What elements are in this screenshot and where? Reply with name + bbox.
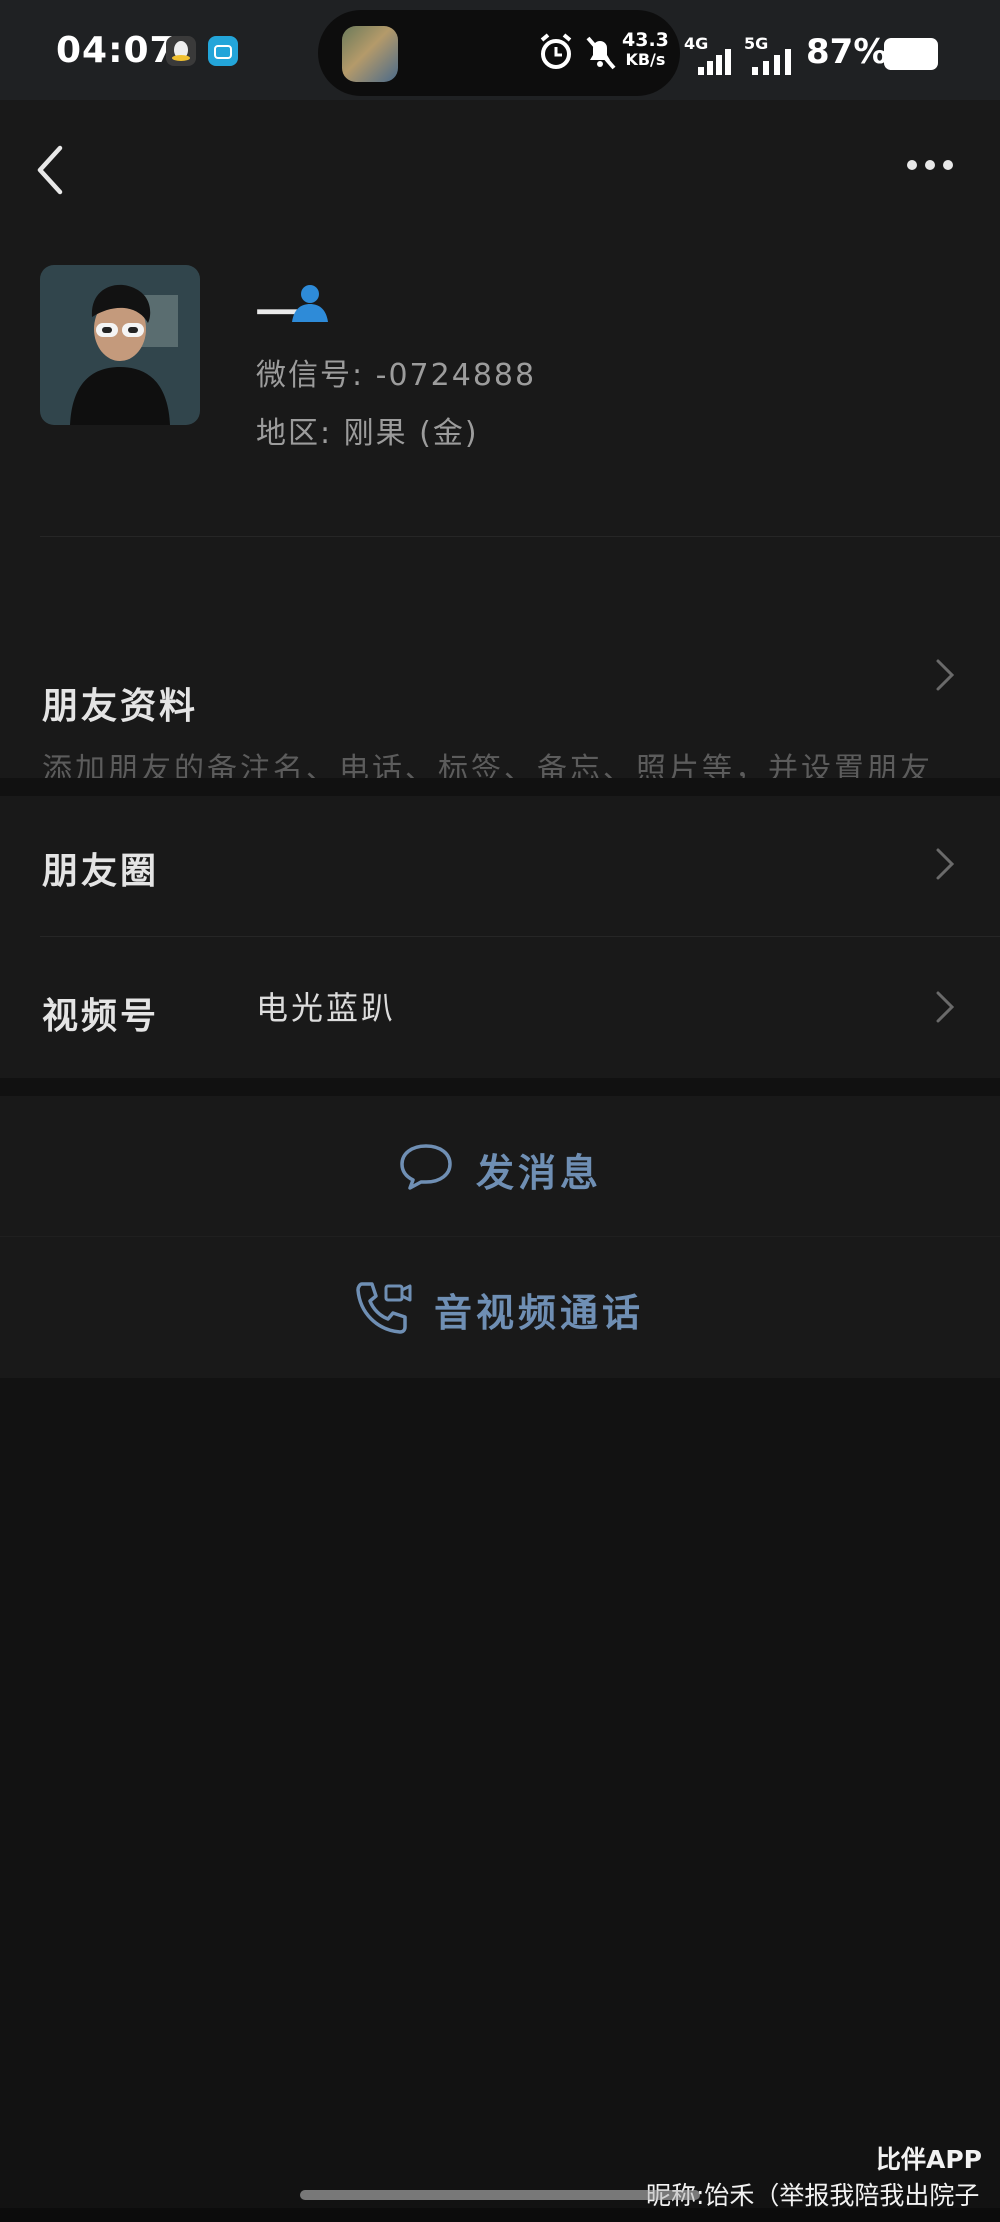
channels-value: 电光蓝趴: [256, 989, 397, 1027]
avatar[interactable]: [40, 265, 200, 425]
video-call-icon: [356, 1282, 412, 1334]
status-bar: 04:07 43.3 KB/s 4G 5G 87%: [0, 0, 1000, 100]
signal-strength-icon: [698, 49, 731, 75]
chevron-right-icon: [936, 848, 955, 880]
network-speed-value: 43.3: [622, 29, 669, 51]
chevron-right-icon: [936, 991, 955, 1023]
voice-video-call-button[interactable]: 音视频通话: [0, 1238, 1000, 1378]
signal-strength-icon-2: [752, 49, 791, 75]
back-button[interactable]: [28, 140, 74, 200]
friend-info-title: 朋友资料: [42, 686, 199, 727]
chevron-right-icon: [936, 659, 955, 691]
qq-app-icon: [166, 36, 196, 66]
region: 地区: 刚果 (金): [256, 416, 479, 451]
voice-video-call-label: 音视频通话: [434, 1291, 645, 1335]
moments-title: 朋友圈: [42, 851, 160, 892]
contact-profile-page: 一 微信号: -0724888 地区: 刚果 (金) 朋友资料 添加朋友的备注名…: [0, 100, 1000, 1378]
network-speed: 43.3 KB/s: [622, 30, 669, 70]
battery-percent: 87%: [806, 32, 888, 72]
media-thumbnail[interactable]: [342, 26, 398, 82]
more-options-button[interactable]: [900, 150, 960, 180]
status-time: 04:07: [56, 30, 176, 71]
moments-row[interactable]: 朋友圈: [0, 796, 1000, 936]
chat-bubble-icon: [400, 1144, 452, 1190]
alarm-icon: [540, 33, 572, 69]
send-message-label: 发消息: [476, 1151, 603, 1195]
watermark-app: 比伴APP: [876, 2145, 982, 2174]
send-message-button[interactable]: 发消息: [0, 1096, 1000, 1236]
person-icon: [292, 285, 328, 322]
battery-icon: [884, 38, 938, 70]
network-speed-unit: KB/s: [625, 50, 666, 69]
divider: [0, 1236, 1000, 1237]
section-separator: [0, 1078, 1000, 1096]
mute-bell-icon: [586, 36, 616, 70]
section-separator: [0, 778, 1000, 796]
channels-title: 视频号: [42, 996, 160, 1037]
bilibili-app-icon: [208, 36, 238, 66]
channels-row[interactable]: 视频号 电光蓝趴: [0, 937, 1000, 1077]
wechat-id[interactable]: 微信号: -0724888: [256, 350, 536, 394]
home-indicator[interactable]: [300, 2190, 700, 2200]
bottom-strip: [0, 2208, 1000, 2222]
